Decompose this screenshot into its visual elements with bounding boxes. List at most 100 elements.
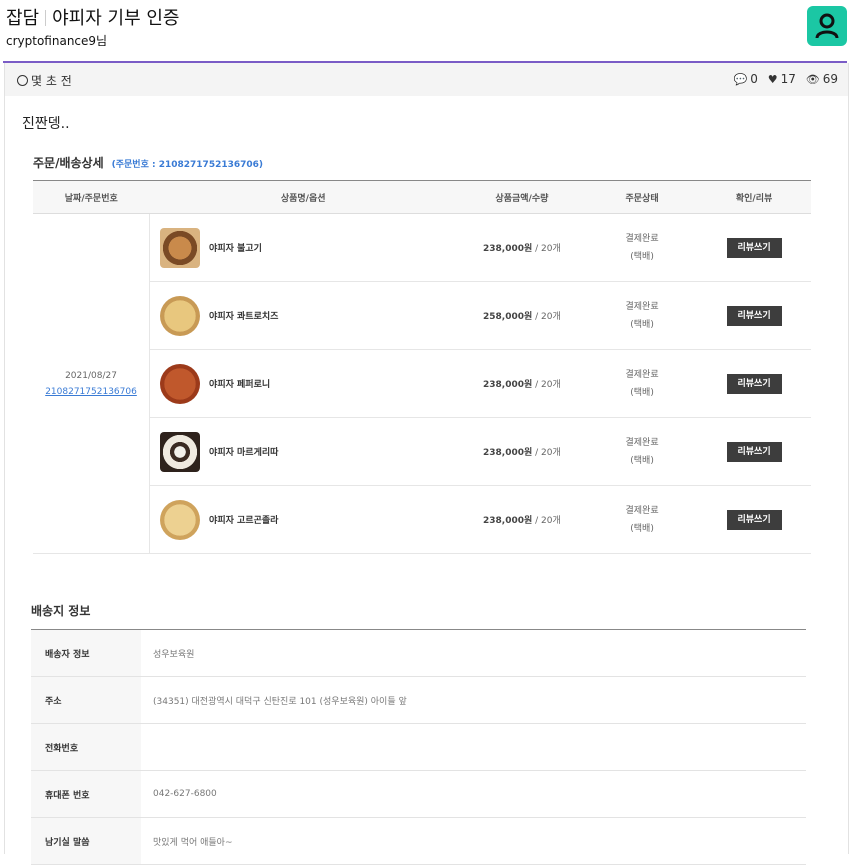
post-title: 야피자 기부 인증: [52, 8, 180, 29]
clock-icon: [17, 75, 28, 86]
post-category[interactable]: 잡담: [6, 8, 39, 29]
shipping-value: 맛있게 먹어 애들아~: [141, 817, 806, 865]
shipping-value: [141, 723, 806, 771]
product-qty: / 20개: [535, 244, 561, 254]
product-image[interactable]: [160, 227, 201, 268]
price-cell: 238,000원 / 20개: [456, 349, 588, 418]
column-header: 확인/리뷰: [697, 180, 811, 214]
order-status: 결제완료: [625, 233, 659, 244]
status-cell: 결제완료 (택배): [587, 349, 698, 418]
status-cell: 결제완료 (택배): [587, 417, 698, 486]
shipping-section-title: 배송지 정보: [31, 604, 91, 618]
eye-icon: 👁: [805, 73, 820, 86]
comment-count: 0: [750, 72, 758, 86]
order-status: 결제완료: [625, 437, 659, 448]
user-avatar[interactable]: [807, 6, 847, 46]
table-row: 야피자 페퍼로니 238,000원 / 20개 결제완료 (택배) 리뷰쓰기: [33, 349, 811, 418]
product-name[interactable]: 야피자 콰트로치즈: [209, 309, 278, 322]
review-cell: 리뷰쓰기: [697, 349, 811, 418]
order-status: 결제완료: [625, 301, 659, 312]
product-qty: / 20개: [535, 312, 561, 322]
delivery-type: (택배): [630, 523, 654, 534]
order-date: 2021/08/27: [65, 370, 117, 381]
post-info-bar: 몇 초 전 💬 0 ♥ 17 👁 69: [4, 63, 849, 96]
comment-icon: 💬: [733, 73, 748, 86]
product-qty: / 20개: [535, 380, 561, 390]
write-review-button[interactable]: 리뷰쓰기: [726, 509, 782, 530]
title-divider: [45, 10, 47, 26]
product-cell: 야피자 마르게리따: [149, 417, 457, 486]
table-row: 휴대폰 번호 042-627-6800: [31, 770, 806, 818]
product-image[interactable]: [160, 431, 201, 472]
status-cell: 결제완료 (택배): [587, 213, 698, 282]
write-review-button[interactable]: 리뷰쓰기: [726, 373, 782, 394]
product-qty: / 20개: [535, 516, 561, 526]
like-count: 17: [780, 72, 796, 86]
post-header: 잡담 야피자 기부 인증 cryptofinance9님: [0, 0, 850, 62]
post-time: 몇 초 전: [17, 72, 72, 89]
order-number-label: (주문번호 : 2108271752136706): [111, 160, 264, 170]
shipping-label: 남기실 말씀: [31, 817, 141, 865]
product-cell: 야피자 불고기: [149, 213, 457, 282]
shipping-table: 배송자 정보 성우보육원 주소 (34351) 대전광역시 대덕구 신탄진로 101…: [31, 629, 806, 865]
post-title-row: 잡담 야피자 기부 인증: [6, 4, 180, 30]
column-header: 날짜/주문번호: [33, 180, 150, 214]
order-section-title: 주문/배송상세 (주문번호 : 2108271752136706): [33, 154, 263, 171]
table-row: 전화번호: [31, 723, 806, 771]
product-name[interactable]: 야피자 페퍼로니: [209, 377, 270, 390]
shipping-label: 휴대폰 번호: [31, 770, 141, 818]
table-row: 야피자 콰트로치즈 258,000원 / 20개 결제완료 (택배) 리뷰쓰기: [33, 281, 811, 350]
heart-icon: ♥: [767, 73, 778, 86]
product-cell: 야피자 콰트로치즈: [149, 281, 457, 350]
table-row: 2021/08/27 2108271752136706 야피자 불고기 238,…: [33, 213, 811, 554]
product-qty: / 20개: [535, 448, 561, 458]
table-row: 야피자 고르곤졸라 238,000원 / 20개 결제완료 (택배) 리뷰쓰기: [33, 485, 811, 554]
product-name[interactable]: 야피자 불고기: [209, 241, 262, 254]
order-number-link[interactable]: 2108271752136706: [45, 387, 137, 397]
post-body: 진짠뎅..: [22, 116, 70, 132]
table-row: 야피자 마르게리따 238,000원 / 20개 결제완료 (택배) 리뷰쓰기: [33, 417, 811, 486]
order-title: 주문/배송상세: [33, 156, 104, 170]
post-author[interactable]: cryptofinance9님: [6, 32, 107, 49]
product-price: 238,000원: [483, 516, 533, 526]
shipping-value: 042-627-6800: [141, 770, 806, 818]
table-row: 주소 (34351) 대전광역시 대덕구 신탄진로 101 (성우보육원) 아이들…: [31, 676, 806, 724]
column-header: 상품명/옵션: [149, 180, 457, 214]
price-cell: 238,000원 / 20개: [456, 213, 588, 282]
product-price: 238,000원: [483, 380, 533, 390]
post-time-text: 몇 초 전: [31, 74, 72, 88]
product-image[interactable]: [160, 499, 201, 540]
review-cell: 리뷰쓰기: [697, 417, 811, 486]
product-price: 238,000원: [483, 244, 533, 254]
product-name[interactable]: 야피자 고르곤졸라: [209, 513, 278, 526]
review-cell: 리뷰쓰기: [697, 213, 811, 282]
status-cell: 결제완료 (택배): [587, 485, 698, 554]
view-count: 69: [822, 72, 838, 86]
delivery-type: (택배): [630, 251, 654, 262]
shipping-value: (34351) 대전광역시 대덕구 신탄진로 101 (성우보육원) 아이들 앞: [141, 676, 806, 724]
price-cell: 238,000원 / 20개: [456, 485, 588, 554]
product-name[interactable]: 야피자 마르게리따: [209, 445, 278, 458]
column-header: 주문상태: [587, 180, 698, 214]
order-status: 결제완료: [625, 505, 659, 516]
user-icon: [815, 13, 839, 39]
order-status: 결제완료: [625, 369, 659, 380]
write-review-button[interactable]: 리뷰쓰기: [726, 305, 782, 326]
product-image[interactable]: [160, 363, 201, 404]
product-price: 258,000원: [483, 312, 533, 322]
product-cell: 야피자 고르곤졸라: [149, 485, 457, 554]
shipping-label: 주소: [31, 676, 141, 724]
write-review-button[interactable]: 리뷰쓰기: [726, 441, 782, 462]
status-cell: 결제완료 (택배): [587, 281, 698, 350]
post-content: 진짠뎅.. 주문/배송상세 (주문번호 : 2108271752136706) 날…: [4, 96, 849, 865]
write-review-button[interactable]: 리뷰쓰기: [726, 237, 782, 258]
post-stats: 💬 0 ♥ 17 👁 69: [728, 72, 838, 86]
review-cell: 리뷰쓰기: [697, 281, 811, 350]
price-cell: 258,000원 / 20개: [456, 281, 588, 350]
table-row: 남기실 말씀 맛있게 먹어 애들아~: [31, 817, 806, 865]
order-table-header: 날짜/주문번호 상품명/옵션 상품금액/수량 주문상태 확인/리뷰: [33, 180, 811, 214]
product-price: 238,000원: [483, 448, 533, 458]
column-header: 상품금액/수량: [456, 180, 588, 214]
shipping-label: 전화번호: [31, 723, 141, 771]
product-image[interactable]: [160, 295, 201, 336]
